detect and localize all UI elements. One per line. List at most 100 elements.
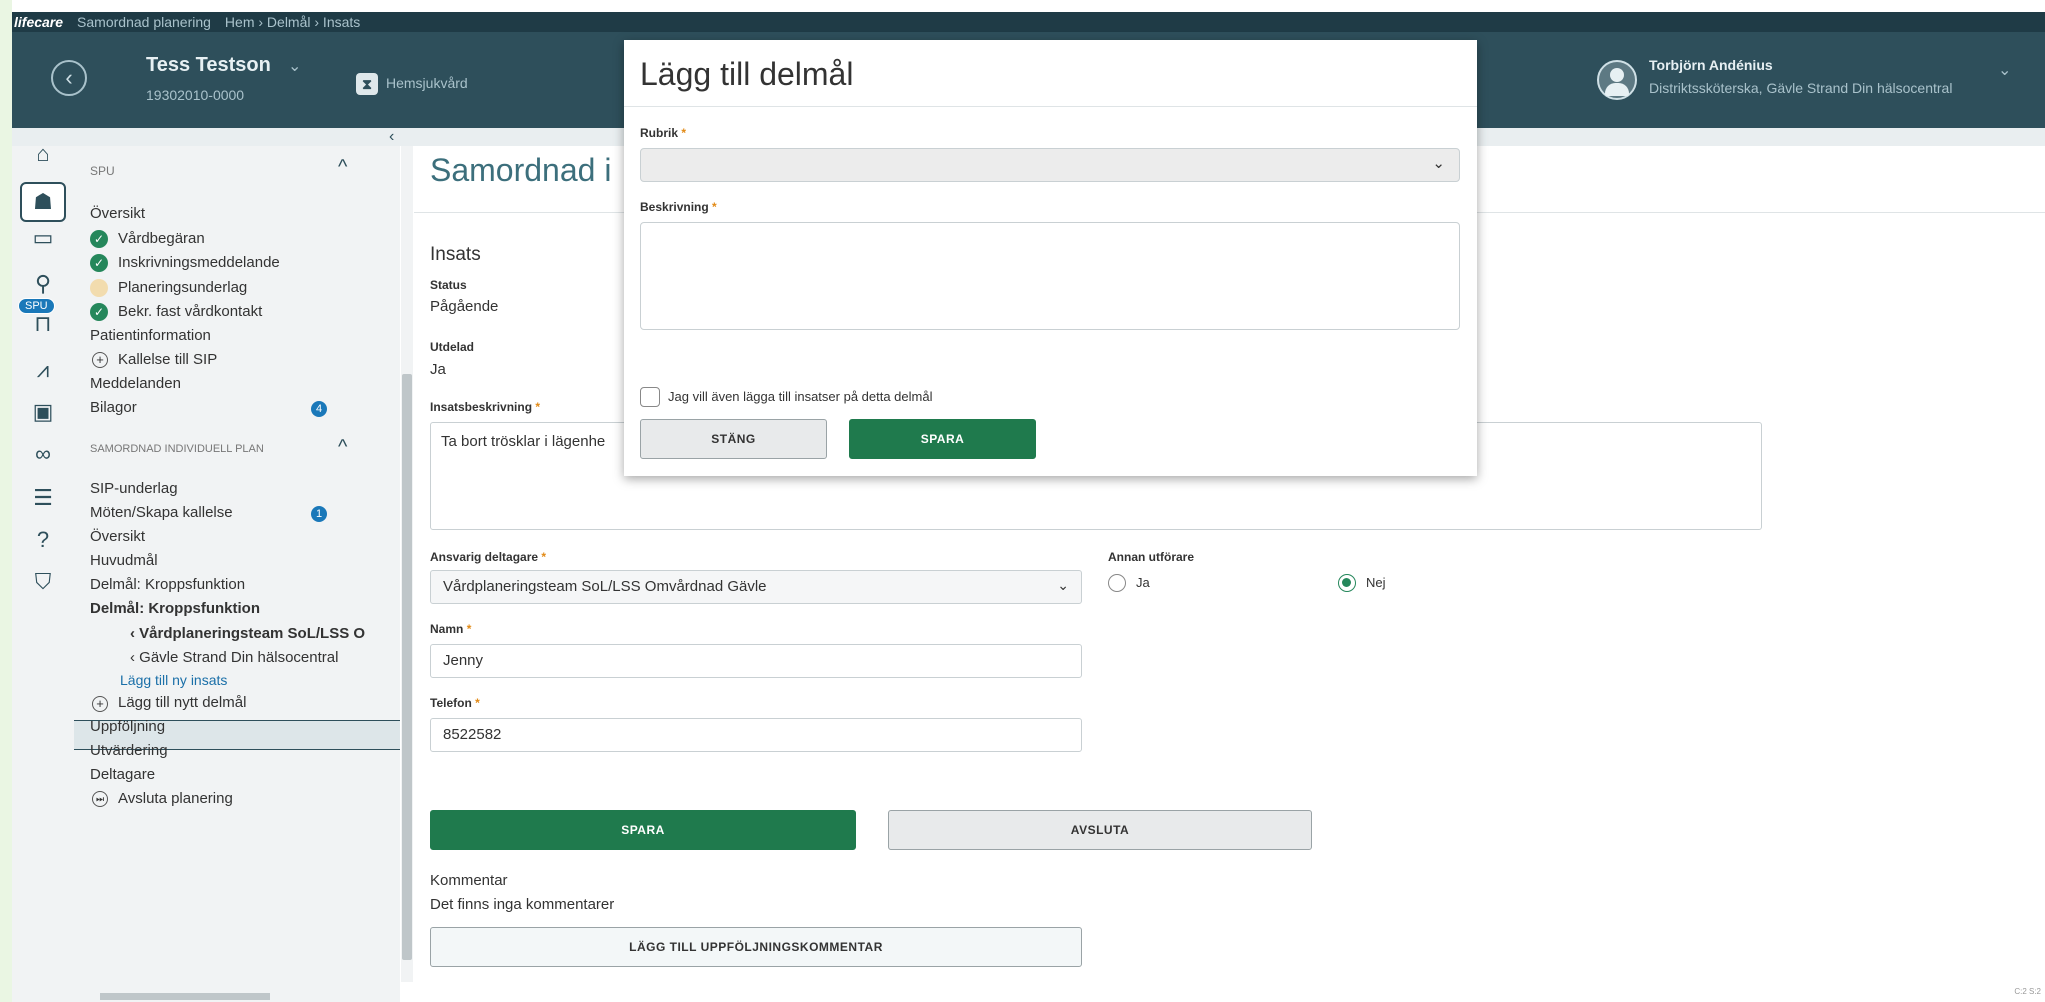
kommentar-empty-text: Det finns inga kommentarer — [430, 896, 615, 913]
annan-utforare-label: Annan utförare — [1108, 550, 1195, 564]
sidebar-item-planeringsunderlag[interactable]: Planeringsunderlag — [118, 279, 247, 296]
sidebar: SPU ^ Översikt ✓ Vårdbegäran ✓ Inskrivni… — [74, 146, 400, 1002]
sidebar-item-utvardering[interactable]: Utvärdering — [90, 742, 168, 759]
help-icon[interactable]: ? — [27, 524, 59, 556]
module-name: Samordnad planering — [77, 14, 211, 30]
radio-annan-nej[interactable] — [1338, 574, 1356, 592]
bilagor-count-badge: 4 — [311, 401, 327, 417]
sidebar-item-kallelse-till-sip[interactable]: Kallelse till SIP — [118, 351, 217, 368]
kommentar-heading: Kommentar — [430, 872, 508, 889]
namn-label: Namn * — [430, 622, 472, 636]
link-icon[interactable]: ∞ — [27, 438, 59, 470]
patient-personnummer: 19302010-0000 — [146, 87, 245, 103]
rubrik-select[interactable]: ⌄ — [640, 148, 1460, 182]
education-icon[interactable]: ⛉ — [27, 566, 59, 598]
corner-info: C:2 S:2 — [2014, 987, 2041, 996]
sidebar-item-deltagare[interactable]: Deltagare — [90, 766, 155, 783]
sidebar-item-vardplaneringsteam[interactable]: ‹ Vårdplaneringsteam SoL/LSS O — [130, 625, 365, 642]
sidebar-item-uppfoljning[interactable]: Uppföljning — [90, 718, 165, 735]
sidebar-item-oversikt-sip[interactable]: Översikt — [90, 528, 145, 545]
utdelad-value: Ja — [430, 361, 446, 378]
check-icon: ✓ — [90, 230, 108, 248]
namn-input[interactable]: Jenny — [430, 644, 1082, 678]
dialog-spara-button[interactable]: SPARA — [849, 419, 1036, 459]
pending-icon — [90, 279, 108, 297]
breadcrumb[interactable]: Hem › Delmål › Insats — [225, 14, 360, 30]
sidebar-item-patientinformation[interactable]: Patientinformation — [90, 327, 211, 344]
telefon-label: Telefon * — [430, 696, 480, 710]
sidebar-item-inskrivningsmeddelande[interactable]: Inskrivningsmeddelande — [118, 254, 280, 271]
sidebar-item-bilagor[interactable]: Bilagor — [90, 399, 137, 416]
insatsbeskrivning-label: Insatsbeskrivning * — [430, 400, 541, 414]
telefon-input[interactable]: 8522582 — [430, 718, 1082, 752]
add-comment-button[interactable]: LÄGG TILL UPPFÖLJNINGSKOMMENTAR — [430, 927, 1082, 967]
radio-annan-ja-label: Ja — [1136, 575, 1150, 590]
sidebar-hscrollbar[interactable] — [74, 990, 400, 1002]
sidebar-item-oversikt[interactable]: Översikt — [90, 205, 145, 222]
top-bar: lifecare Samordnad planering Hem › Delmå… — [12, 12, 2045, 32]
plus-icon: + — [92, 696, 108, 712]
radio-annan-ja[interactable] — [1108, 574, 1126, 592]
add-delmal-dialog: Lägg till delmål Rubrik * ⌄ Beskrivning … — [624, 40, 1477, 476]
sidebar-item-delmal-kroppsfunktion[interactable]: Delmål: Kroppsfunktion — [90, 576, 245, 593]
beskrivning-textarea[interactable] — [640, 222, 1460, 330]
sidebar-item-moten[interactable]: Möten/Skapa kallelse — [90, 504, 233, 521]
sidebar-item-meddelanden[interactable]: Meddelanden — [90, 375, 181, 392]
section-heading: Insats — [430, 244, 481, 265]
scrollbar-thumb[interactable] — [402, 374, 412, 960]
chart-icon[interactable]: ⩘ — [27, 354, 59, 386]
chevron-up-icon[interactable]: ^ — [338, 436, 347, 459]
collapse-sidebar-icon[interactable]: ‹ — [389, 128, 394, 146]
rubrik-label: Rubrik * — [640, 126, 687, 140]
chevron-up-icon[interactable]: ^ — [338, 156, 347, 179]
page-title: Samordnad i — [430, 152, 612, 188]
utdelad-label: Utdelad — [430, 340, 475, 354]
sidebar-item-delmal-kroppsfunktion-selected[interactable]: Delmål: Kroppsfunktion — [90, 600, 260, 617]
dialog-title: Lägg till delmål — [640, 56, 854, 92]
user-role: Distriktssköterska, Gävle Strand Din häl… — [1649, 80, 1953, 96]
patient-icon[interactable]: ☗ — [20, 182, 66, 222]
add-insatser-checkbox-label[interactable]: Jag vill även lägga till insatser på det… — [668, 389, 932, 404]
stang-button[interactable]: STÄNG — [640, 419, 827, 459]
user-name[interactable]: Torbjörn Andénius — [1649, 57, 1773, 73]
chevron-left-icon: ‹ — [65, 65, 73, 90]
bed-icon[interactable]: ⊓ — [27, 308, 59, 340]
patient-name[interactable]: Tess Testson — [146, 54, 271, 77]
beskrivning-label: Beskrivning * — [640, 200, 717, 214]
avsluta-button[interactable]: AVSLUTA — [888, 810, 1312, 850]
radio-annan-nej-label: Nej — [1366, 575, 1386, 590]
brand-logo[interactable]: lifecare — [12, 14, 63, 30]
report-icon[interactable]: ▣ — [27, 396, 59, 428]
sidebar-section-sip: SAMORDNAD INDIVIDUELL PLAN — [90, 443, 264, 455]
add-insatser-checkbox[interactable] — [640, 387, 660, 407]
sidebar-item-vardbegaran[interactable]: Vårdbegäran — [118, 230, 205, 247]
dialog-divider — [624, 106, 1477, 107]
spara-button[interactable]: SPARA — [430, 810, 856, 850]
search-icon[interactable]: ⚲ — [27, 268, 59, 300]
chevron-left-icon: ‹ — [130, 625, 140, 642]
skip-icon: ⏭ — [92, 791, 108, 807]
sidebar-item-sip-underlag[interactable]: SIP-underlag — [90, 480, 178, 497]
care-unit: Hemsjukvård — [386, 75, 468, 91]
hourglass-icon: ⧗ — [356, 73, 378, 95]
sidebar-item-avsluta-planering[interactable]: Avsluta planering — [118, 790, 233, 807]
inbox-icon[interactable]: ▭ — [27, 222, 59, 254]
status-label: Status — [430, 278, 467, 292]
chevron-down-icon[interactable]: ⌄ — [1998, 60, 2011, 80]
ansvarig-select[interactable]: Vårdplaneringsteam SoL/LSS Omvårdnad Gäv… — [430, 570, 1082, 604]
sidebar-item-bekr-fast-vardkontakt[interactable]: Bekr. fast vårdkontakt — [118, 303, 262, 320]
sidebar-section-spu: SPU — [90, 164, 115, 178]
sidebar-scrollbar[interactable] — [401, 146, 413, 982]
sidebar-item-huvudmal[interactable]: Huvudmål — [90, 552, 158, 569]
user-avatar[interactable] — [1597, 60, 1637, 100]
scrollbar-thumb[interactable] — [100, 993, 270, 1000]
app-window: lifecare Samordnad planering Hem › Delmå… — [12, 0, 2045, 1002]
list-icon[interactable]: ☰ — [27, 482, 59, 514]
sidebar-item-lagg-till-nytt-delmal[interactable]: Lägg till nytt delmål — [118, 694, 246, 711]
chevron-down-icon: ⌄ — [1057, 577, 1069, 593]
sidebar-item-gavle-strand[interactable]: ‹ Gävle Strand Din hälsocentral — [130, 649, 338, 666]
add-insats-link[interactable]: Lägg till ny insats — [120, 672, 227, 688]
chevron-down-icon[interactable]: ⌄ — [288, 56, 301, 76]
back-button[interactable]: ‹ — [51, 60, 87, 96]
home-icon[interactable]: ⌂ — [27, 138, 59, 170]
